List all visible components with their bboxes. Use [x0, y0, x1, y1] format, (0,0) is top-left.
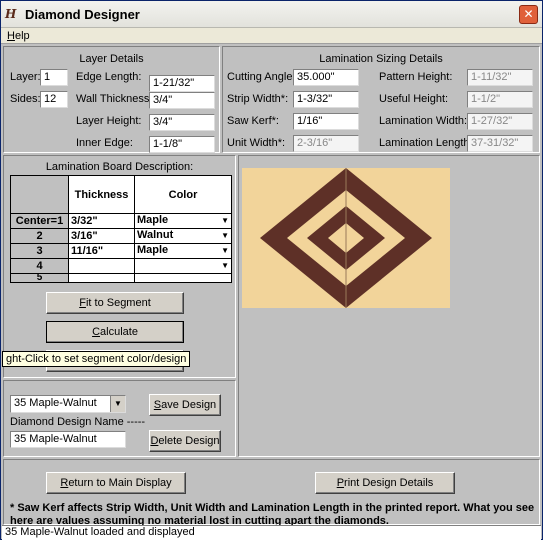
strip-width-label: Strip Width*:: [227, 93, 289, 105]
saw-kerf-field[interactable]: 1/16": [293, 113, 359, 130]
layer-height-field[interactable]: 3/4": [149, 114, 215, 131]
table-corner: [10, 175, 69, 214]
layer-height-label: Layer Height:: [76, 115, 142, 127]
lamination-width-field: 1-27/32": [467, 113, 533, 130]
save-design-button[interactable]: Save Design: [149, 394, 221, 416]
row-label: 3: [10, 243, 69, 259]
close-button[interactable]: ✕: [519, 5, 538, 24]
table-row: 3 11/16" Maple ▼: [10, 243, 232, 259]
menu-help[interactable]: Help: [7, 30, 30, 42]
dropdown-arrow-icon[interactable]: ▼: [221, 259, 229, 273]
title-bar[interactable]: H Diamond Designer ✕: [1, 1, 542, 28]
menu-bar: Help: [1, 28, 542, 44]
color-header: Color: [134, 175, 232, 214]
thickness-cell[interactable]: 3/16": [68, 228, 135, 244]
fit-to-segment-button[interactable]: Fit to Segment: [46, 292, 184, 314]
row-label: Center=1: [10, 213, 69, 229]
color-cell[interactable]: Maple ▼: [134, 213, 232, 229]
close-icon: ✕: [523, 7, 534, 21]
edge-length-field[interactable]: 1-21/32": [149, 75, 215, 92]
lamination-length-field: 37-31/32": [467, 135, 533, 152]
color-value: Walnut: [137, 229, 174, 241]
row-label: 5: [10, 273, 69, 283]
board-table-header: Thickness Color: [10, 175, 232, 214]
inner-edge-label: Inner Edge:: [76, 137, 133, 149]
dropdown-arrow-icon[interactable]: ▼: [221, 229, 229, 243]
design-select-value: 35 Maple-Walnut: [14, 397, 97, 409]
pattern-height-field: 1-11/32": [467, 69, 533, 86]
useful-height-label: Useful Height:: [379, 93, 449, 105]
color-cell[interactable]: Maple ▼: [134, 243, 232, 259]
bottom-panel: Return to Main Display Print Design Deta…: [3, 459, 540, 527]
calculate-button[interactable]: Calculate: [46, 321, 184, 343]
thickness-cell[interactable]: [68, 273, 135, 283]
diamond-preview[interactable]: [242, 168, 450, 308]
wall-thickness-label: Wall Thickness:: [76, 93, 153, 105]
color-value: Maple: [137, 214, 169, 226]
color-cell[interactable]: ▼: [134, 258, 232, 274]
lamination-length-label: Lamination Length*:: [379, 137, 477, 149]
board-heading: Lamination Board Description:: [45, 161, 194, 173]
cutting-angle-label: Cutting Angle:: [227, 71, 296, 83]
lamination-sizing-heading: Lamination Sizing Details: [319, 53, 443, 65]
design-select[interactable]: 35 Maple-Walnut ▼: [10, 395, 126, 413]
saw-kerf-label: Saw Kerf*:: [227, 115, 279, 127]
color-cell[interactable]: Walnut ▼: [134, 228, 232, 244]
app-icon: H: [5, 7, 16, 21]
row-label: 2: [10, 228, 69, 244]
table-row: Center=1 3/32" Maple ▼: [10, 213, 232, 229]
board-table: Thickness Color Center=1 3/32" Maple ▼ 2 …: [10, 175, 232, 283]
lamination-sizing-panel: Lamination Sizing Details Cutting Angle:…: [222, 46, 540, 153]
sides-field[interactable]: 12: [40, 91, 68, 108]
thickness-cell[interactable]: 11/16": [68, 243, 135, 259]
inner-edge-field[interactable]: 1-1/8": [149, 136, 215, 153]
layer-field[interactable]: 1: [40, 69, 68, 86]
layer-details-heading: Layer Details: [79, 53, 144, 65]
table-row: 5: [10, 273, 232, 283]
preview-panel: [238, 155, 540, 457]
thickness-cell[interactable]: [68, 258, 135, 274]
dropdown-arrow-icon[interactable]: ▼: [221, 214, 229, 228]
chevron-down-icon[interactable]: ▼: [110, 396, 125, 412]
layer-details-panel: Layer Details Layer: 1 Sides: 12 Edge Le…: [3, 46, 220, 153]
segment-tooltip: ght-Click to set segment color/design: [2, 351, 191, 367]
unit-width-field: 2-3/16": [293, 135, 359, 152]
design-panel: 35 Maple-Walnut ▼ Diamond Design Name --…: [3, 380, 236, 457]
thickness-cell[interactable]: 3/32": [68, 213, 135, 229]
lamination-width-label: Lamination Width:: [379, 115, 468, 127]
color-value: Maple: [137, 244, 169, 256]
board-panel: Lamination Board Description: Thickness …: [3, 155, 236, 378]
layer-label: Layer:: [10, 71, 41, 83]
edge-length-label: Edge Length:: [76, 71, 142, 83]
table-row: 2 3/16" Walnut ▼: [10, 228, 232, 244]
thickness-header: Thickness: [68, 175, 135, 214]
color-cell[interactable]: [134, 273, 232, 283]
unit-width-label: Unit Width*:: [227, 137, 286, 149]
return-main-button[interactable]: Return to Main Display: [46, 472, 186, 494]
design-name-label: Diamond Design Name -----: [10, 416, 146, 428]
table-row: 4 ▼: [10, 258, 232, 274]
pattern-height-label: Pattern Height:: [379, 71, 453, 83]
sides-label: Sides:: [10, 93, 41, 105]
print-details-button[interactable]: Print Design Details: [315, 472, 455, 494]
wall-thickness-field[interactable]: 3/4": [149, 92, 215, 109]
cutting-angle-field[interactable]: 35.000": [293, 69, 359, 86]
strip-width-field[interactable]: 1-3/32": [293, 91, 359, 108]
window-title: Diamond Designer: [25, 7, 140, 22]
delete-design-button[interactable]: Delete Design: [149, 430, 221, 452]
diamond-designer-window: H Diamond Designer ✕ Help Layer Details …: [0, 0, 543, 540]
useful-height-field: 1-1/2": [467, 91, 533, 108]
design-name-field[interactable]: 35 Maple-Walnut: [10, 431, 126, 448]
dropdown-arrow-icon[interactable]: ▼: [221, 244, 229, 258]
status-bar: 35 Maple-Walnut loaded and displayed: [2, 525, 541, 540]
